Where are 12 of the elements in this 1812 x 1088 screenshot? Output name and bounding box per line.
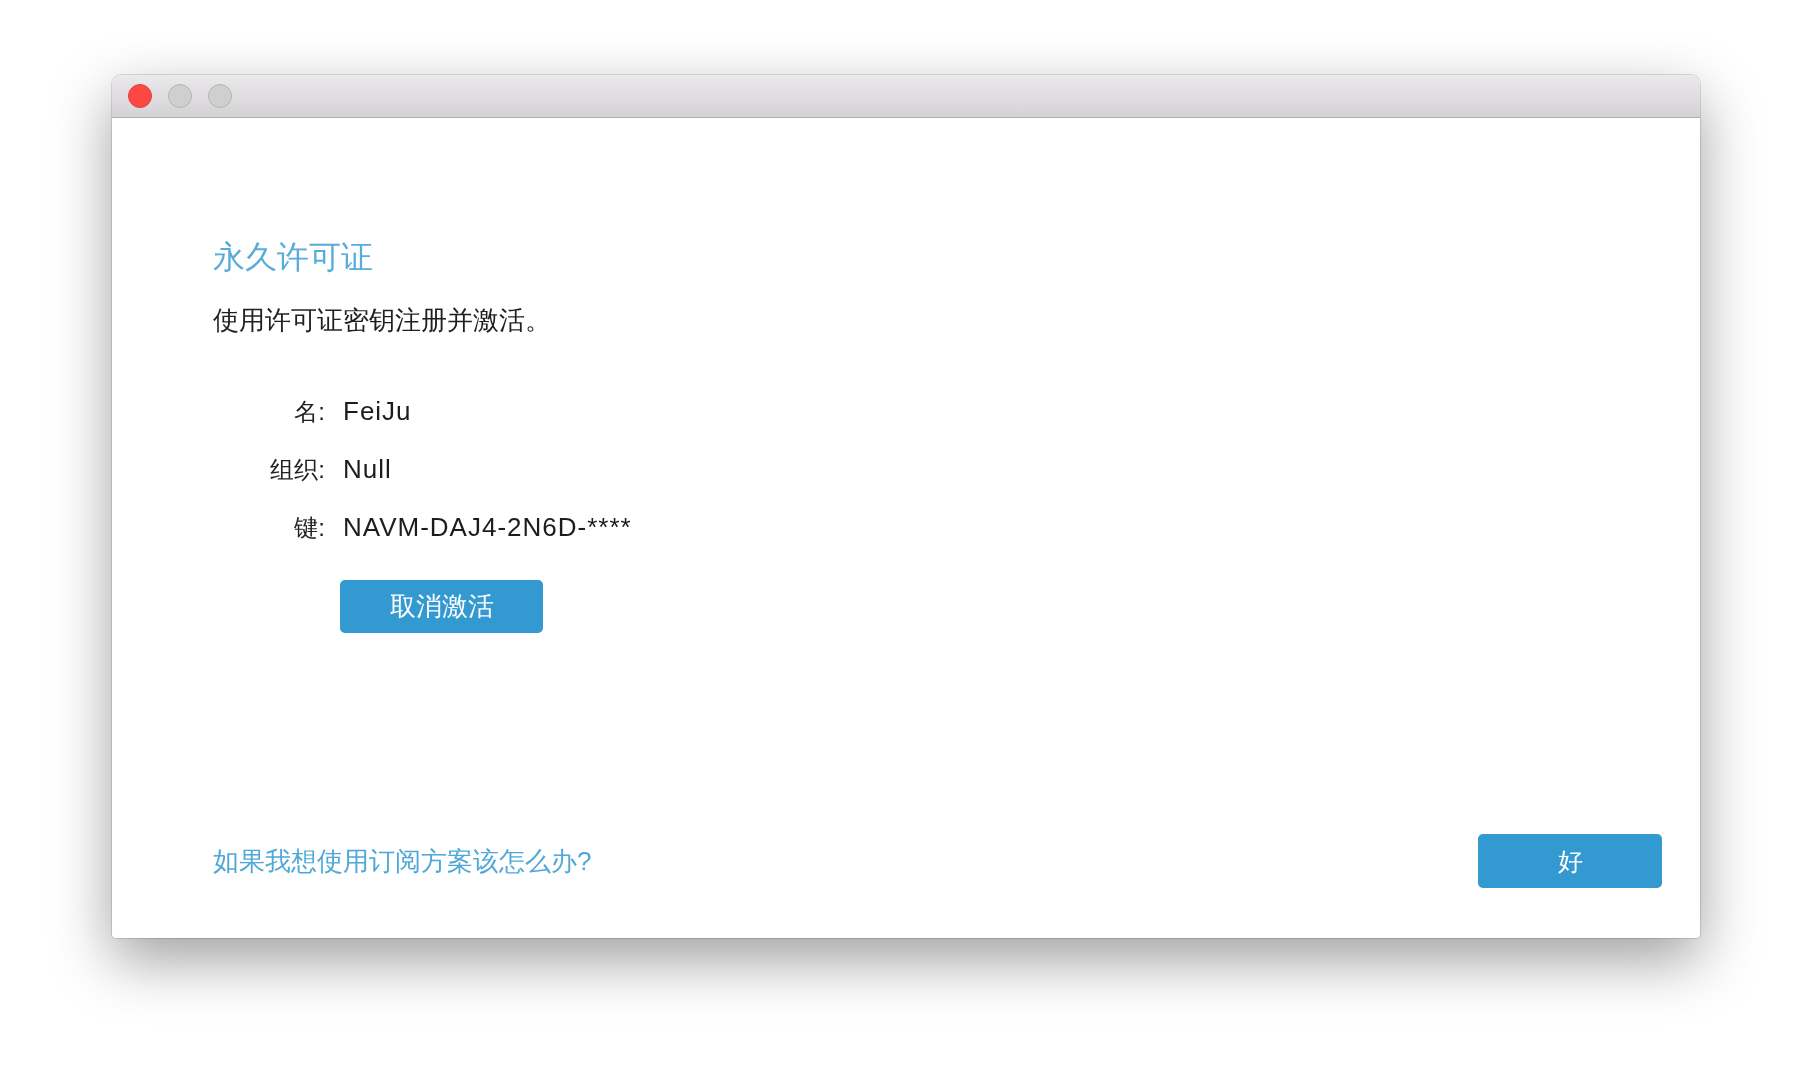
field-label: 组织: — [270, 455, 325, 485]
ok-button[interactable]: 好 — [1478, 834, 1662, 888]
close-button[interactable] — [128, 84, 152, 108]
field-value: Null — [343, 454, 393, 485]
subscription-link[interactable]: 如果我想使用订阅方案该怎么办? — [213, 846, 592, 876]
license-title: 永久许可证 — [213, 238, 373, 276]
field-value: NAVM-DAJ4-2N6D-**** — [343, 512, 632, 543]
field-label: 键: — [294, 513, 325, 543]
license-description: 使用许可证密钥注册并激活。 — [213, 304, 551, 336]
deactivate-button[interactable]: 取消激活 — [340, 580, 543, 633]
field-value: FeiJu — [343, 396, 413, 427]
field-label: 名: — [294, 397, 325, 427]
